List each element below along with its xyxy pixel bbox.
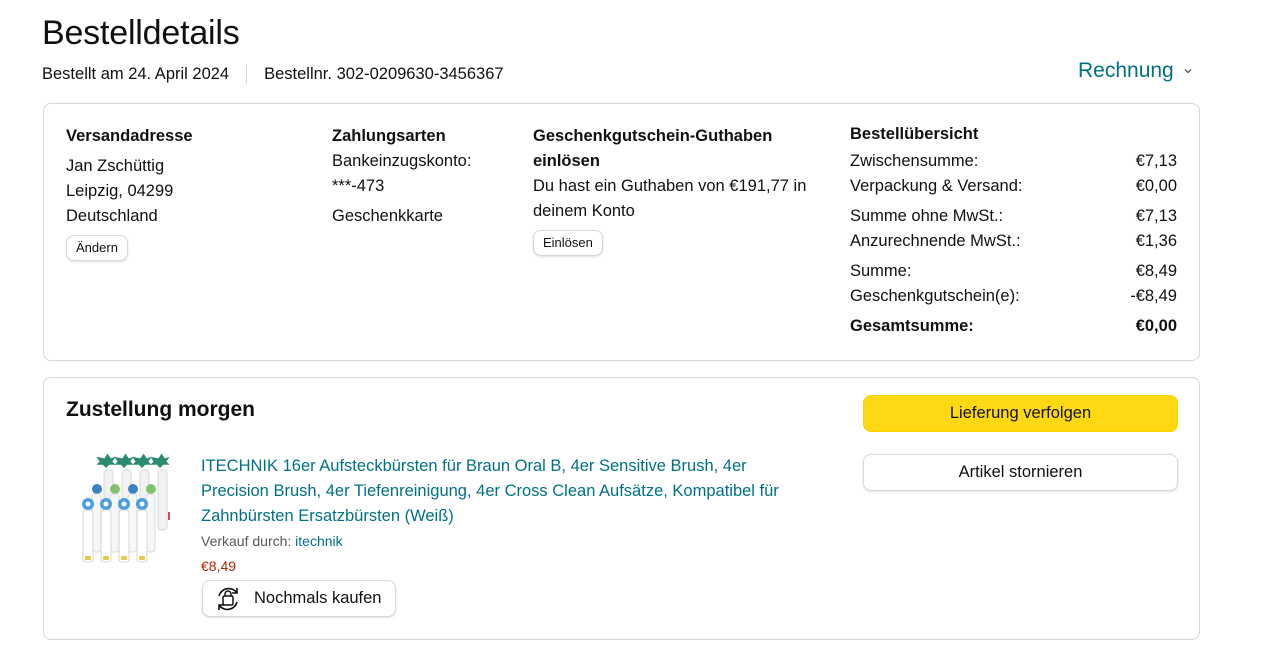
order-summary: Bestellübersicht Zwischensumme: €7,13 Ve… (850, 124, 1177, 339)
summary-row: Zwischensumme: €7,13 (850, 149, 1177, 174)
summary-value: €7,13 (1135, 207, 1177, 225)
summary-heading: Bestellübersicht (850, 125, 979, 143)
summary-label: Geschenkgutschein(e): (850, 287, 1020, 305)
shipment-card: Zustellung morgen Lieferung verfolgen Ar… (43, 377, 1200, 640)
product-image[interactable] (80, 452, 184, 566)
product-title-line1: ITECHNIK 16er Aufsteckbürsten für Braun … (201, 457, 747, 475)
product-title-line2: Precision Brush, 4er Tiefenreinigung, 4e… (201, 482, 779, 500)
invoice-label: Rechnung (1078, 59, 1174, 82)
order-date: Bestellt am 24. April 2024 (42, 64, 230, 83)
product-price: €8,49 (201, 558, 237, 574)
summary-label: Anzurechnende MwSt.: (850, 232, 1021, 250)
shipping-address: Versandadresse Jan Zschüttig Leipzig, 04… (66, 124, 193, 261)
summary-label: Verpackung & Versand: (850, 177, 1023, 195)
page-title: Bestelldetails (42, 14, 240, 52)
summary-row: Anzurechnende MwSt.: €1,36 (850, 229, 1177, 254)
track-delivery-button[interactable]: Lieferung verfolgen (863, 395, 1178, 432)
order-info-card: Versandadresse Jan Zschüttig Leipzig, 04… (43, 103, 1200, 361)
redeem-button[interactable]: Einlösen (533, 230, 603, 256)
summary-row: Summe: €8,49 (850, 259, 1177, 284)
summary-total-value: €0,00 (1135, 317, 1177, 335)
order-meta: Bestellt am 24. April 2024 Bestellnr. 30… (42, 64, 504, 84)
payment-method-line2: ***-473 (332, 177, 385, 195)
chevron-down-icon (1184, 69, 1192, 74)
product-title-line3: Zahnbürsten Ersatzbürsten (Weiß) (201, 507, 454, 525)
shipping-name: Jan Zschüttig (66, 157, 165, 175)
giftcard-balance-line1: Du hast ein Guthaben von €191,77 in (533, 177, 807, 195)
summary-row: Verpackung & Versand: €0,00 (850, 174, 1177, 199)
summary-value: €0,00 (1135, 177, 1177, 195)
giftcard-redeem: Geschenkgutschein-Guthaben einlösen Du h… (533, 124, 806, 256)
shipping-city: Leipzig, 04299 (66, 182, 174, 200)
summary-total-label: Gesamtsumme: (850, 317, 974, 335)
cancel-item-button[interactable]: Artikel stornieren (863, 454, 1178, 491)
giftcard-heading-line2: einlösen (533, 152, 600, 170)
summary-value: €7,13 (1135, 152, 1177, 170)
giftcard-heading-line1: Geschenkgutschein-Guthaben (533, 127, 773, 145)
delivery-status: Zustellung morgen (66, 398, 255, 421)
sold-by-label: Verkauf durch: (201, 533, 296, 549)
summary-total-row: Gesamtsumme: €0,00 (850, 314, 1177, 339)
summary-row: Summe ohne MwSt.: €7,13 (850, 204, 1177, 229)
order-number: Bestellnr. 302-0209630-3456367 (264, 64, 504, 83)
summary-value: €1,36 (1135, 232, 1177, 250)
payment-method-giftcard: Geschenkkarte (332, 207, 443, 225)
summary-row: Geschenkgutschein(e): -€8,49 (850, 284, 1177, 309)
payment-heading: Zahlungsarten (332, 127, 446, 145)
buy-again-button[interactable]: Nochmals kaufen (202, 580, 397, 617)
seller-link[interactable]: itechnik (295, 533, 342, 549)
summary-label: Summe: (850, 262, 912, 280)
shipping-heading: Versandadresse (66, 127, 193, 145)
payment-method-line1: Bankeinzugskonto: (332, 152, 472, 170)
summary-value: €8,49 (1135, 262, 1177, 280)
shipping-country: Deutschland (66, 207, 158, 225)
buy-again-icon (218, 587, 238, 610)
buy-again-label: Nochmals kaufen (254, 589, 382, 607)
payment-methods: Zahlungsarten Bankeinzugskonto: ***-473 … (332, 124, 471, 229)
product-title-link[interactable]: ITECHNIK 16er Aufsteckbürsten für Braun … (201, 454, 841, 529)
toothbrush-heads-icon (82, 453, 170, 563)
invoice-dropdown[interactable]: Rechnung (1078, 59, 1193, 83)
summary-label: Zwischensumme: (850, 152, 979, 170)
divider (246, 64, 248, 84)
giftcard-balance-line2: deinem Konto (533, 202, 635, 220)
change-address-button[interactable]: Ändern (66, 235, 128, 261)
summary-value: -€8,49 (1130, 287, 1177, 305)
summary-label: Summe ohne MwSt.: (850, 207, 1004, 225)
sold-by: Verkauf durch: itechnik (201, 533, 343, 549)
